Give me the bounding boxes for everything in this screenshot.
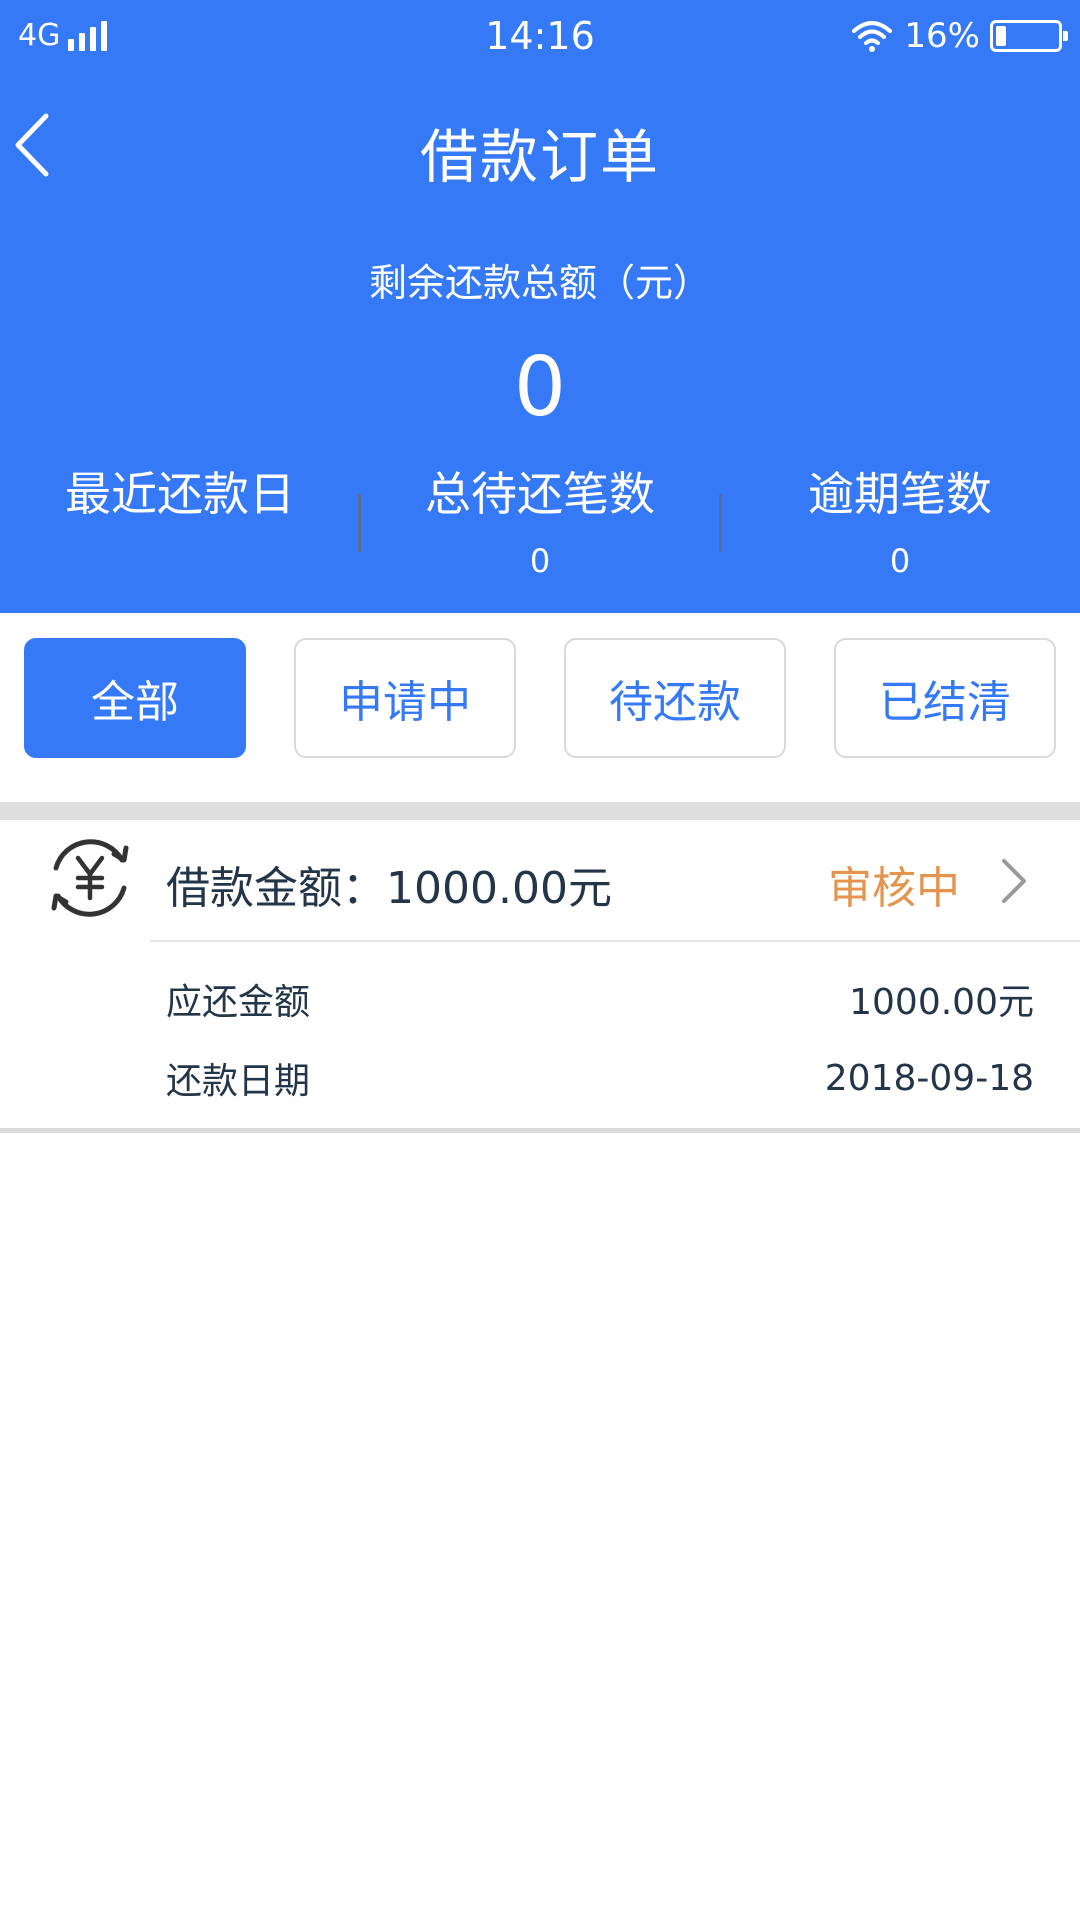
chevron-right-icon [1002,859,1026,903]
detail-label: 应还金额 [166,982,311,1023]
detail-row-amount-due: 应还金额 1000.00元 [166,974,1034,1024]
wifi-icon [852,21,893,52]
battery-icon [990,20,1068,52]
stat-next-repayment-date: 最近还款日 [0,466,360,582]
section-divider [0,802,1080,820]
stat-value: 0 [529,542,551,580]
tab-applying[interactable]: 申请中 [294,638,516,758]
stat-label: 总待还笔数 [425,467,655,521]
card-bottom-border [0,1128,1080,1133]
order-status-badge: 审核中 [828,863,960,914]
detail-row-repayment-date: 还款日期 2018-09-18 [166,1053,1034,1103]
battery-percent: 16% [904,16,980,56]
stat-label: 逾期笔数 [808,467,992,521]
yuan-refresh-icon [51,839,129,917]
stat-overdue-count: 逾期笔数 0 [720,466,1080,582]
detail-value: 2018-09-18 [824,1057,1034,1099]
stat-value [0,542,360,582]
status-bar-right: 16% [850,16,1068,56]
tab-pending-repayment[interactable]: 待还款 [564,638,786,758]
stat-label: 最近还款日 [65,467,295,521]
stat-value: 0 [889,542,911,580]
card-divider [150,940,1080,942]
tab-all[interactable]: 全部 [24,638,246,758]
stat-total-pending-count: 总待还笔数 0 [360,466,720,582]
detail-label: 还款日期 [166,1061,311,1102]
detail-value: 1000.00元 [849,982,1034,1023]
total-remaining-value: 0 [513,340,567,435]
tab-settled[interactable]: 已结清 [834,638,1056,758]
loan-amount-title: 借款金额：1000.00元 [166,863,612,914]
page-title: 借款订单 [419,123,660,191]
total-remaining-label: 剩余还款总额（元） [368,261,711,305]
filter-tabs: 全部 申请中 待还款 已结清 [0,638,1080,758]
summary-header: 4G 14:16 16% 借款订单 剩余还款总额（元） 0 最近还款日 总待还笔… [0,0,1080,613]
